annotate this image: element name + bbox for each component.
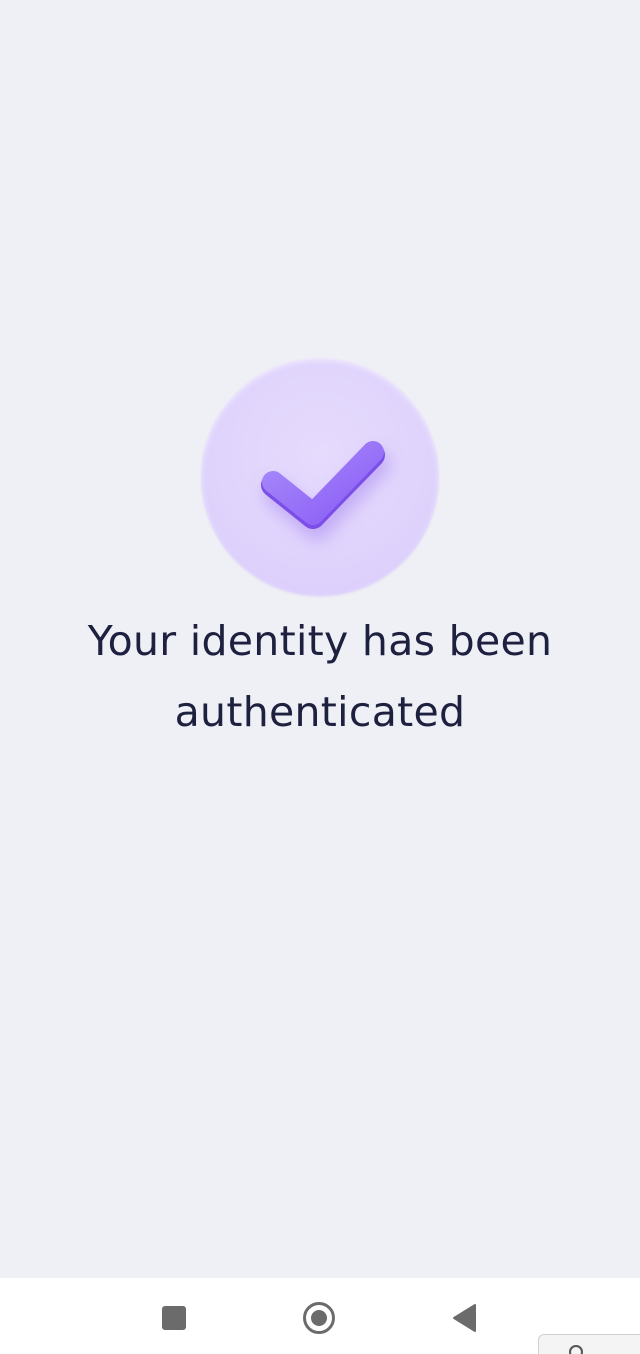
home-button[interactable]	[297, 1296, 341, 1340]
message-line-2: authenticated	[174, 688, 466, 736]
success-badge	[201, 358, 439, 596]
recents-button[interactable]	[152, 1296, 196, 1340]
check-icon	[261, 441, 390, 541]
circle-home-icon	[303, 1302, 335, 1334]
auth-success-screen: Your identity has been authenticated	[0, 0, 640, 1278]
message-line-1: Your identity has been	[87, 617, 553, 665]
back-button[interactable]	[442, 1296, 486, 1340]
triangle-back-icon	[453, 1304, 476, 1332]
help-icon	[569, 1345, 583, 1354]
floating-widget-corner[interactable]	[538, 1334, 640, 1354]
square-icon	[162, 1306, 186, 1330]
authenticated-message: Your identity has been authenticated	[40, 606, 600, 748]
